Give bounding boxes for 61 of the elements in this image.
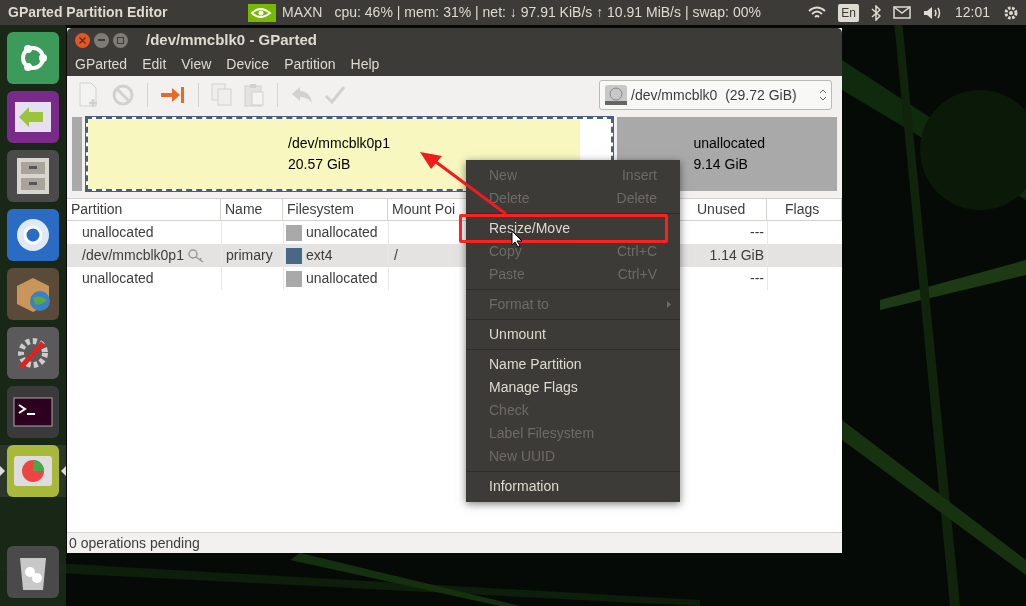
- active-marker-icon: [0, 466, 5, 476]
- column-header[interactable]: Flags: [767, 199, 842, 220]
- table-cell-text: ---: [750, 269, 764, 288]
- table-cell-text: 1.14 GiB: [709, 246, 764, 265]
- menu-item[interactable]: Edit: [142, 53, 167, 75]
- keyboard-layout[interactable]: En: [838, 3, 859, 22]
- column-header[interactable]: Filesystem: [283, 199, 388, 220]
- menu-item[interactable]: Manage Flags: [466, 376, 680, 399]
- table-cell-text: unallocated: [306, 223, 378, 242]
- menu-item[interactable]: Resize/Move: [466, 217, 680, 240]
- menu-item[interactable]: Device: [226, 53, 270, 75]
- table-cell-text: ext4: [306, 246, 333, 265]
- launcher-icon[interactable]: [7, 150, 59, 202]
- window-title: /dev/mmcblk0 - GParted: [146, 29, 317, 50]
- ring-icon: [15, 217, 51, 253]
- table-cell-text: ---: [750, 223, 764, 242]
- partition-size: 9.14 GiB: [693, 155, 749, 174]
- maximize-button[interactable]: [113, 32, 128, 48]
- launcher-icon[interactable]: [7, 386, 59, 438]
- eye-logo-icon[interactable]: [248, 3, 276, 22]
- arrow-screen-icon: [13, 100, 53, 134]
- arrow-to-bar-icon[interactable]: [160, 85, 186, 105]
- table-cell-text: unallocated: [82, 223, 154, 242]
- device-selector[interactable]: /dev/mmcblk0 (29.72 GiB): [599, 80, 832, 110]
- volume-icon[interactable]: [922, 5, 943, 20]
- launcher-icon[interactable]: [7, 546, 59, 598]
- close-button[interactable]: [75, 32, 90, 48]
- bluetooth-icon[interactable]: [870, 4, 881, 21]
- cabinet-icon: [15, 156, 51, 196]
- launcher-icon[interactable]: [7, 209, 59, 261]
- table-cell-text: /dev/mmcblk0p1: [82, 246, 184, 265]
- column-header[interactable]: Name: [221, 199, 283, 220]
- menu-item[interactable]: Information: [466, 475, 680, 498]
- power-mode-label[interactable]: MAXN: [282, 2, 323, 23]
- partition-name: /dev/mmcblk0p1: [288, 134, 391, 153]
- column-header[interactable]: Partition: [67, 199, 221, 220]
- spin-arrows-icon: [819, 88, 827, 102]
- terminal-icon: [13, 397, 53, 427]
- close-icon: [79, 36, 86, 44]
- launcher-item[interactable]: [0, 445, 66, 497]
- system-stats[interactable]: cpu: 46% | mem: 31% | net: ↓ 97.91 KiB/s ↑ 10.91 MiB/s | swap: 00%: [334, 2, 761, 23]
- menu-item[interactable]: Help: [350, 53, 380, 75]
- menu-item[interactable]: View: [181, 53, 212, 75]
- table-cell-text: /: [394, 246, 398, 265]
- menu-item[interactable]: Name Partition: [466, 353, 680, 376]
- status-text: 0 operations pending: [69, 533, 200, 553]
- table-cell-text: primary: [226, 246, 273, 265]
- menu-item[interactable]: Unmount: [466, 323, 680, 346]
- menu-item[interactable]: Partition: [284, 53, 336, 75]
- minimize-button[interactable]: [94, 32, 109, 48]
- submenu-arrow-icon: [667, 301, 671, 308]
- app-title: GParted Partition Editor: [8, 3, 169, 22]
- menu-item[interactable]: GParted: [75, 53, 128, 75]
- launcher-icon[interactable]: [7, 327, 59, 379]
- table-cell-text: unallocated: [306, 269, 378, 288]
- table-cell-text: unallocated: [82, 269, 154, 288]
- partition-name: unallocated: [693, 134, 767, 153]
- launcher-icon[interactable]: [7, 91, 59, 143]
- mail-icon[interactable]: [892, 6, 911, 19]
- clock[interactable]: 12:01: [954, 2, 990, 23]
- wifi-icon[interactable]: [808, 5, 827, 20]
